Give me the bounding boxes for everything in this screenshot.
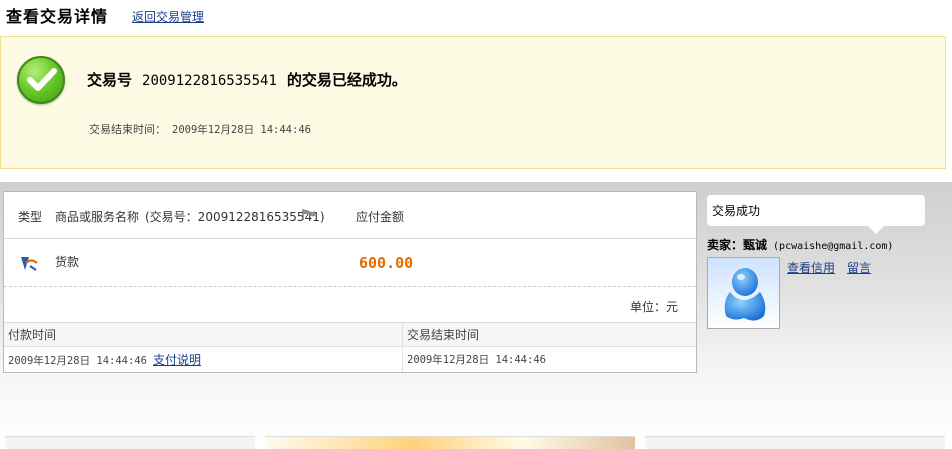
trade-number: 2009122816535541 (142, 73, 277, 89)
end-time-header: 交易结束时间 (402, 323, 696, 347)
success-prefix: 交易号 (87, 71, 133, 89)
order-item-row: 货款 600.00 (4, 239, 696, 287)
view-credit-link[interactable]: 查看信用 (787, 259, 835, 276)
unit-label: 单位：元 (629, 300, 678, 314)
end-time-value-cell: 2009年12月28日 14:44:46 (402, 348, 696, 372)
bubble-tail (868, 226, 884, 234)
leave-message-link[interactable]: 留言 (847, 259, 871, 276)
success-message: 交易号 2009122816535541 的交易已经成功。 (87, 69, 407, 90)
item-amount: 600.00 (359, 254, 414, 272)
item-name: 货款 (55, 255, 80, 269)
pay-time-value: 2009年12月28日 14:44:46 (8, 355, 147, 367)
success-suffix: 的交易已经成功。 (286, 71, 407, 89)
end-time-label: 交易结束时间： (89, 123, 166, 136)
column-item-name: 商品或服务名称 (55, 210, 140, 224)
trade-status-text: 交易成功 (712, 204, 761, 218)
column-type: 类型 (18, 210, 43, 224)
end-time-value: 2009年12月28日 14:44:46 (172, 124, 311, 136)
end-time-row: 交易结束时间： 2009年12月28日 14:44:46 (89, 121, 311, 137)
back-to-trade-management-link[interactable]: 返回交易管理 (132, 8, 204, 25)
seller-info: 卖家：甄诚 (pcwaishe@gmail.com) (707, 236, 893, 253)
order-detail-panel: 类型 商品或服务名称 (交易号：2009122816535541) 应付金额 货… (3, 191, 697, 373)
pay-time-cell: 2009年12月28日 14:44:46 支付说明 (4, 348, 402, 372)
page-header: 查看交易详情 返回交易管理 (0, 0, 952, 30)
payment-note-link[interactable]: 支付说明 (153, 353, 201, 367)
user-avatar-icon[interactable] (707, 257, 780, 329)
pay-time-header: 付款时间 (4, 323, 402, 347)
column-amount: 应付金额 (356, 210, 405, 224)
bottom-card (645, 436, 945, 449)
page-title: 查看交易详情 (6, 7, 109, 26)
trade-status-bubble: 交易成功 (706, 194, 926, 227)
seller-email: (pcwaishe@gmail.com) (773, 241, 894, 252)
seller-label: 卖家： (707, 238, 744, 252)
flag-icon[interactable] (302, 209, 316, 220)
column-trade-number: (交易号：2009122816535541) (145, 210, 325, 224)
success-notice: 交易号 2009122816535541 的交易已经成功。 交易结束时间： 2009年… (0, 36, 946, 169)
seller-name: 甄诚 (743, 238, 768, 252)
unit-row: 单位：元 (4, 287, 696, 323)
check-circle-icon (17, 56, 65, 104)
order-table-header: 类型 商品或服务名称 (交易号：2009122816535541) 应付金额 (4, 192, 696, 239)
bottom-card (5, 436, 255, 449)
time-grid: 付款时间 交易结束时间 2009年12月28日 14:44:46 支付说明 200… (4, 323, 696, 372)
alipay-icon (21, 257, 38, 271)
bottom-banner (265, 436, 635, 449)
